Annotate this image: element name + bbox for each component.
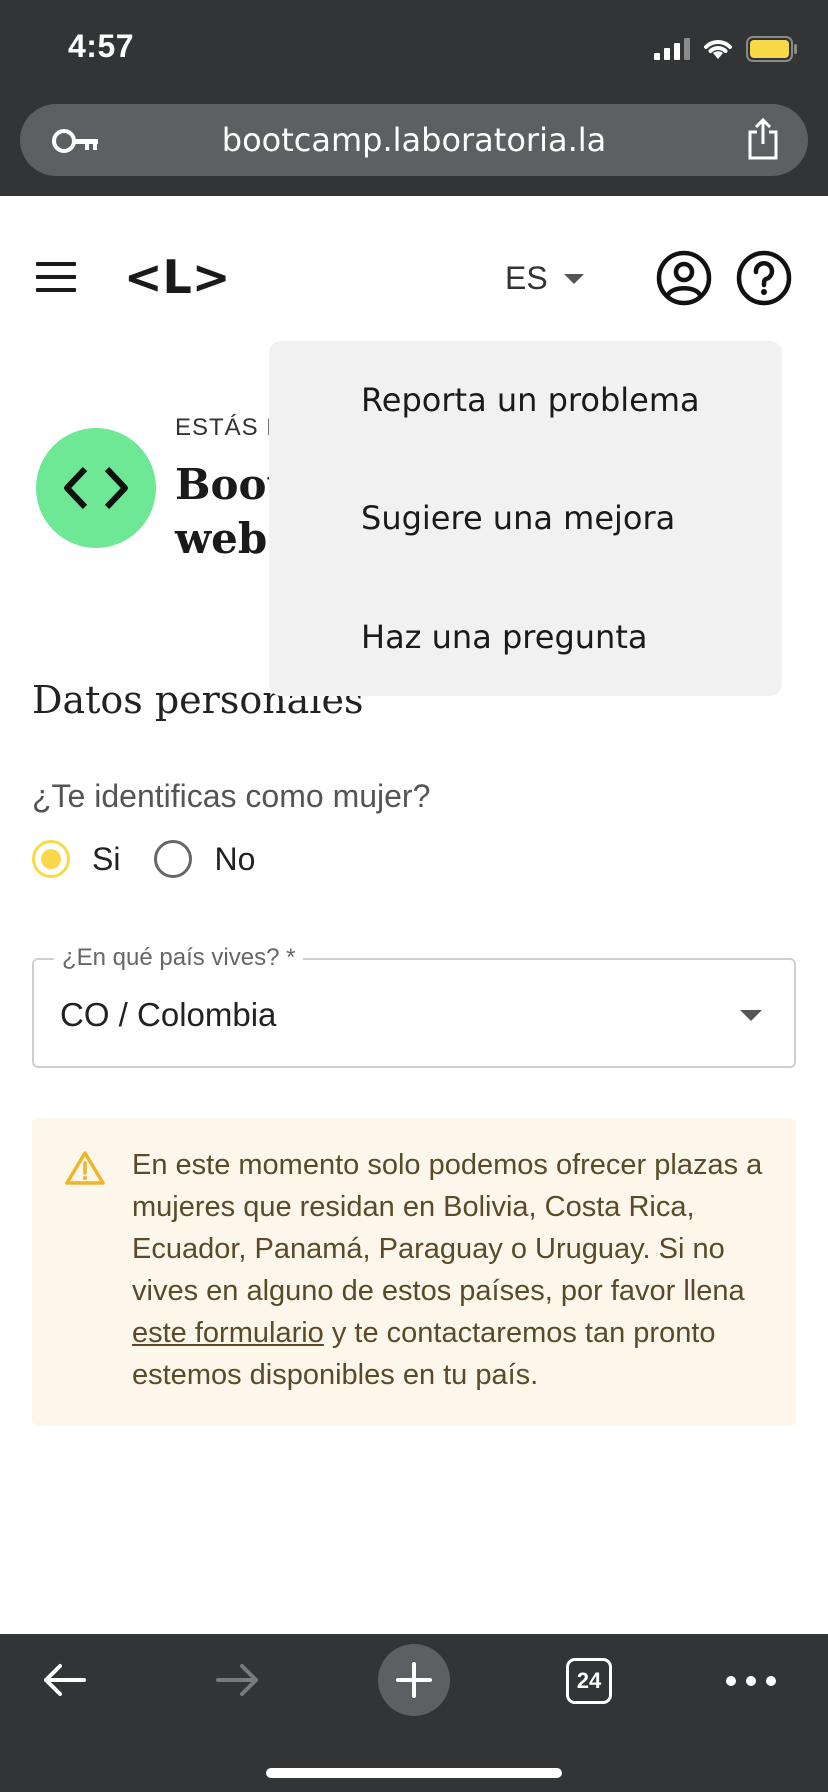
back-arrow-icon[interactable]: [40, 1662, 88, 1698]
new-tab-button[interactable]: [378, 1644, 450, 1716]
gender-radio-group: Si No: [32, 840, 289, 878]
course-eyebrow: ESTÁS P: [175, 414, 284, 441]
more-icon[interactable]: [726, 1676, 776, 1686]
menu-item-suggest-improvement[interactable]: Sugiere una mejora: [361, 499, 675, 537]
status-time: 4:57: [68, 28, 135, 64]
status-icons: [654, 34, 798, 64]
home-indicator: [266, 1768, 562, 1778]
forward-arrow-icon[interactable]: [214, 1662, 262, 1698]
chevron-down-icon: [563, 273, 584, 284]
share-icon[interactable]: [746, 118, 780, 160]
menu-item-ask-question[interactable]: Haz una pregunta: [361, 618, 647, 656]
question-label: ¿Te identificas como mujer?: [32, 778, 431, 814]
help-icon[interactable]: [736, 250, 792, 306]
battery-icon: [746, 36, 797, 62]
logo[interactable]: <L>: [124, 250, 230, 304]
tabs-button[interactable]: 24: [566, 1658, 612, 1704]
browser-top-bar: 4:57 bootcamp.laboratoria.la: [0, 0, 828, 196]
code-icon: [64, 466, 128, 510]
country-select-value[interactable]: CO / Colombia: [60, 996, 276, 1034]
form-link[interactable]: este formulario: [132, 1317, 324, 1349]
url-bar[interactable]: bootcamp.laboratoria.la: [20, 104, 808, 176]
signal-icon: [654, 38, 690, 60]
warning-text: En este momento solo podemos ofrecer pla…: [132, 1144, 772, 1396]
plus-icon: [396, 1662, 432, 1698]
language-selector[interactable]: ES: [505, 260, 584, 297]
warning-icon: [65, 1151, 105, 1185]
help-dropdown-menu: Reporta un problema Sugiere una mejora H…: [269, 341, 782, 696]
menu-item-report-problem[interactable]: Reporta un problema: [361, 381, 700, 419]
user-icon[interactable]: [656, 250, 712, 306]
radio-no-label[interactable]: No: [214, 841, 255, 878]
chevron-down-icon[interactable]: [740, 1010, 762, 1021]
radio-yes[interactable]: [32, 840, 70, 878]
country-select[interactable]: ¿En qué país vives? * CO / Colombia: [32, 944, 796, 1068]
browser-toolbar: 24: [0, 1634, 828, 1792]
language-label: ES: [505, 260, 548, 296]
wifi-icon: [704, 40, 732, 59]
country-select-label: ¿En qué país vives? *: [54, 944, 304, 972]
menu-icon[interactable]: [36, 262, 76, 292]
warning-text-before: En este momento solo podemos ofrecer pla…: [132, 1149, 763, 1307]
course-badge: [36, 428, 156, 548]
radio-yes-label[interactable]: Si: [92, 841, 120, 878]
site-header: <L> ES: [0, 196, 828, 360]
radio-no[interactable]: [154, 840, 193, 878]
warning-box: En este momento solo podemos ofrecer pla…: [32, 1118, 796, 1426]
url-text[interactable]: bootcamp.laboratoria.la: [20, 104, 808, 176]
